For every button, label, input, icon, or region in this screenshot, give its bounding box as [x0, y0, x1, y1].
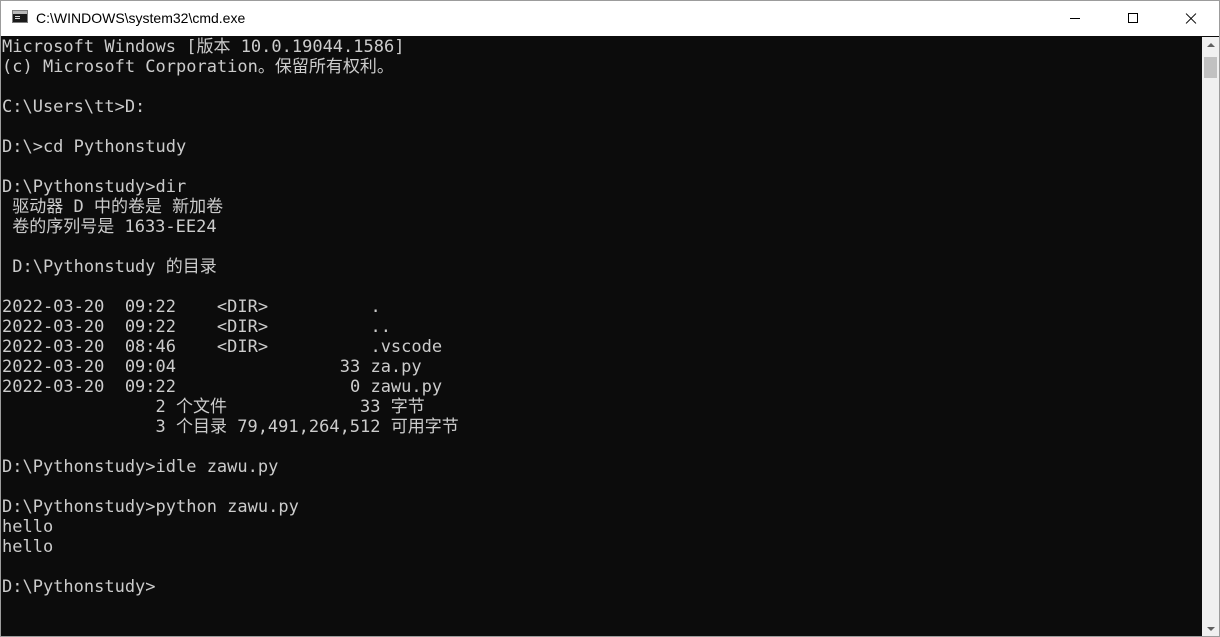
scroll-up-arrow-icon[interactable] — [1202, 37, 1219, 54]
console-line: Microsoft Windows [版本 10.0.19044.1586] — [2, 37, 405, 57]
minimize-icon — [1070, 18, 1080, 19]
scrollbar-thumb[interactable] — [1204, 57, 1217, 78]
console-line: 2 个文件 33 字节 — [2, 397, 425, 417]
minimize-button[interactable] — [1046, 1, 1104, 36]
maximize-button[interactable] — [1104, 1, 1162, 36]
console-line: 卷的序列号是 1633-EE24 — [2, 217, 217, 237]
console-line: 2022-03-20 09:22 <DIR> . — [2, 297, 381, 317]
close-button[interactable] — [1162, 1, 1219, 36]
console-output-area[interactable]: Microsoft Windows [版本 10.0.19044.1586] (… — [1, 37, 1202, 636]
console-line: hello — [2, 537, 54, 557]
console-prompt-line[interactable]: D:\Pythonstudy> — [2, 577, 459, 597]
console-line: D:\Pythonstudy>python zawu.py — [2, 497, 299, 517]
console-line: D:\Pythonstudy 的目录 — [2, 257, 217, 277]
title-bar[interactable]: C:\WINDOWS\system32\cmd.exe — [1, 1, 1219, 36]
console-line: 2022-03-20 09:04 33 za.py — [2, 357, 422, 377]
console-line: 2022-03-20 09:22 0 zawu.py — [2, 377, 443, 397]
close-icon — [1185, 13, 1197, 25]
console-line: 3 个目录 79,491,264,512 可用字节 — [2, 417, 459, 437]
console-line: C:\Users\tt>D: — [2, 97, 146, 117]
console-lines: Microsoft Windows [版本 10.0.19044.1586] (… — [2, 37, 459, 597]
console-line: 2022-03-20 09:22 <DIR> .. — [2, 317, 391, 337]
console-line: 2022-03-20 08:46 <DIR> .vscode — [2, 337, 443, 357]
console-line: 驱动器 D 中的卷是 新加卷 — [2, 197, 224, 217]
vertical-scrollbar[interactable] — [1202, 37, 1219, 636]
console-line: D:\Pythonstudy>idle zawu.py — [2, 457, 279, 477]
console-line: hello — [2, 517, 54, 537]
console-line: (c) Microsoft Corporation。保留所有权利。 — [2, 57, 394, 77]
maximize-icon — [1128, 13, 1138, 23]
console-line: D:\>cd Pythonstudy — [2, 137, 187, 157]
scroll-down-arrow-icon[interactable] — [1202, 620, 1219, 636]
console-line: D:\Pythonstudy>dir — [2, 177, 187, 197]
window-title: C:\WINDOWS\system32\cmd.exe — [36, 10, 246, 26]
cmd-window: C:\WINDOWS\system32\cmd.exe Microsoft Wi… — [0, 0, 1220, 637]
console-app-icon[interactable] — [12, 10, 28, 23]
